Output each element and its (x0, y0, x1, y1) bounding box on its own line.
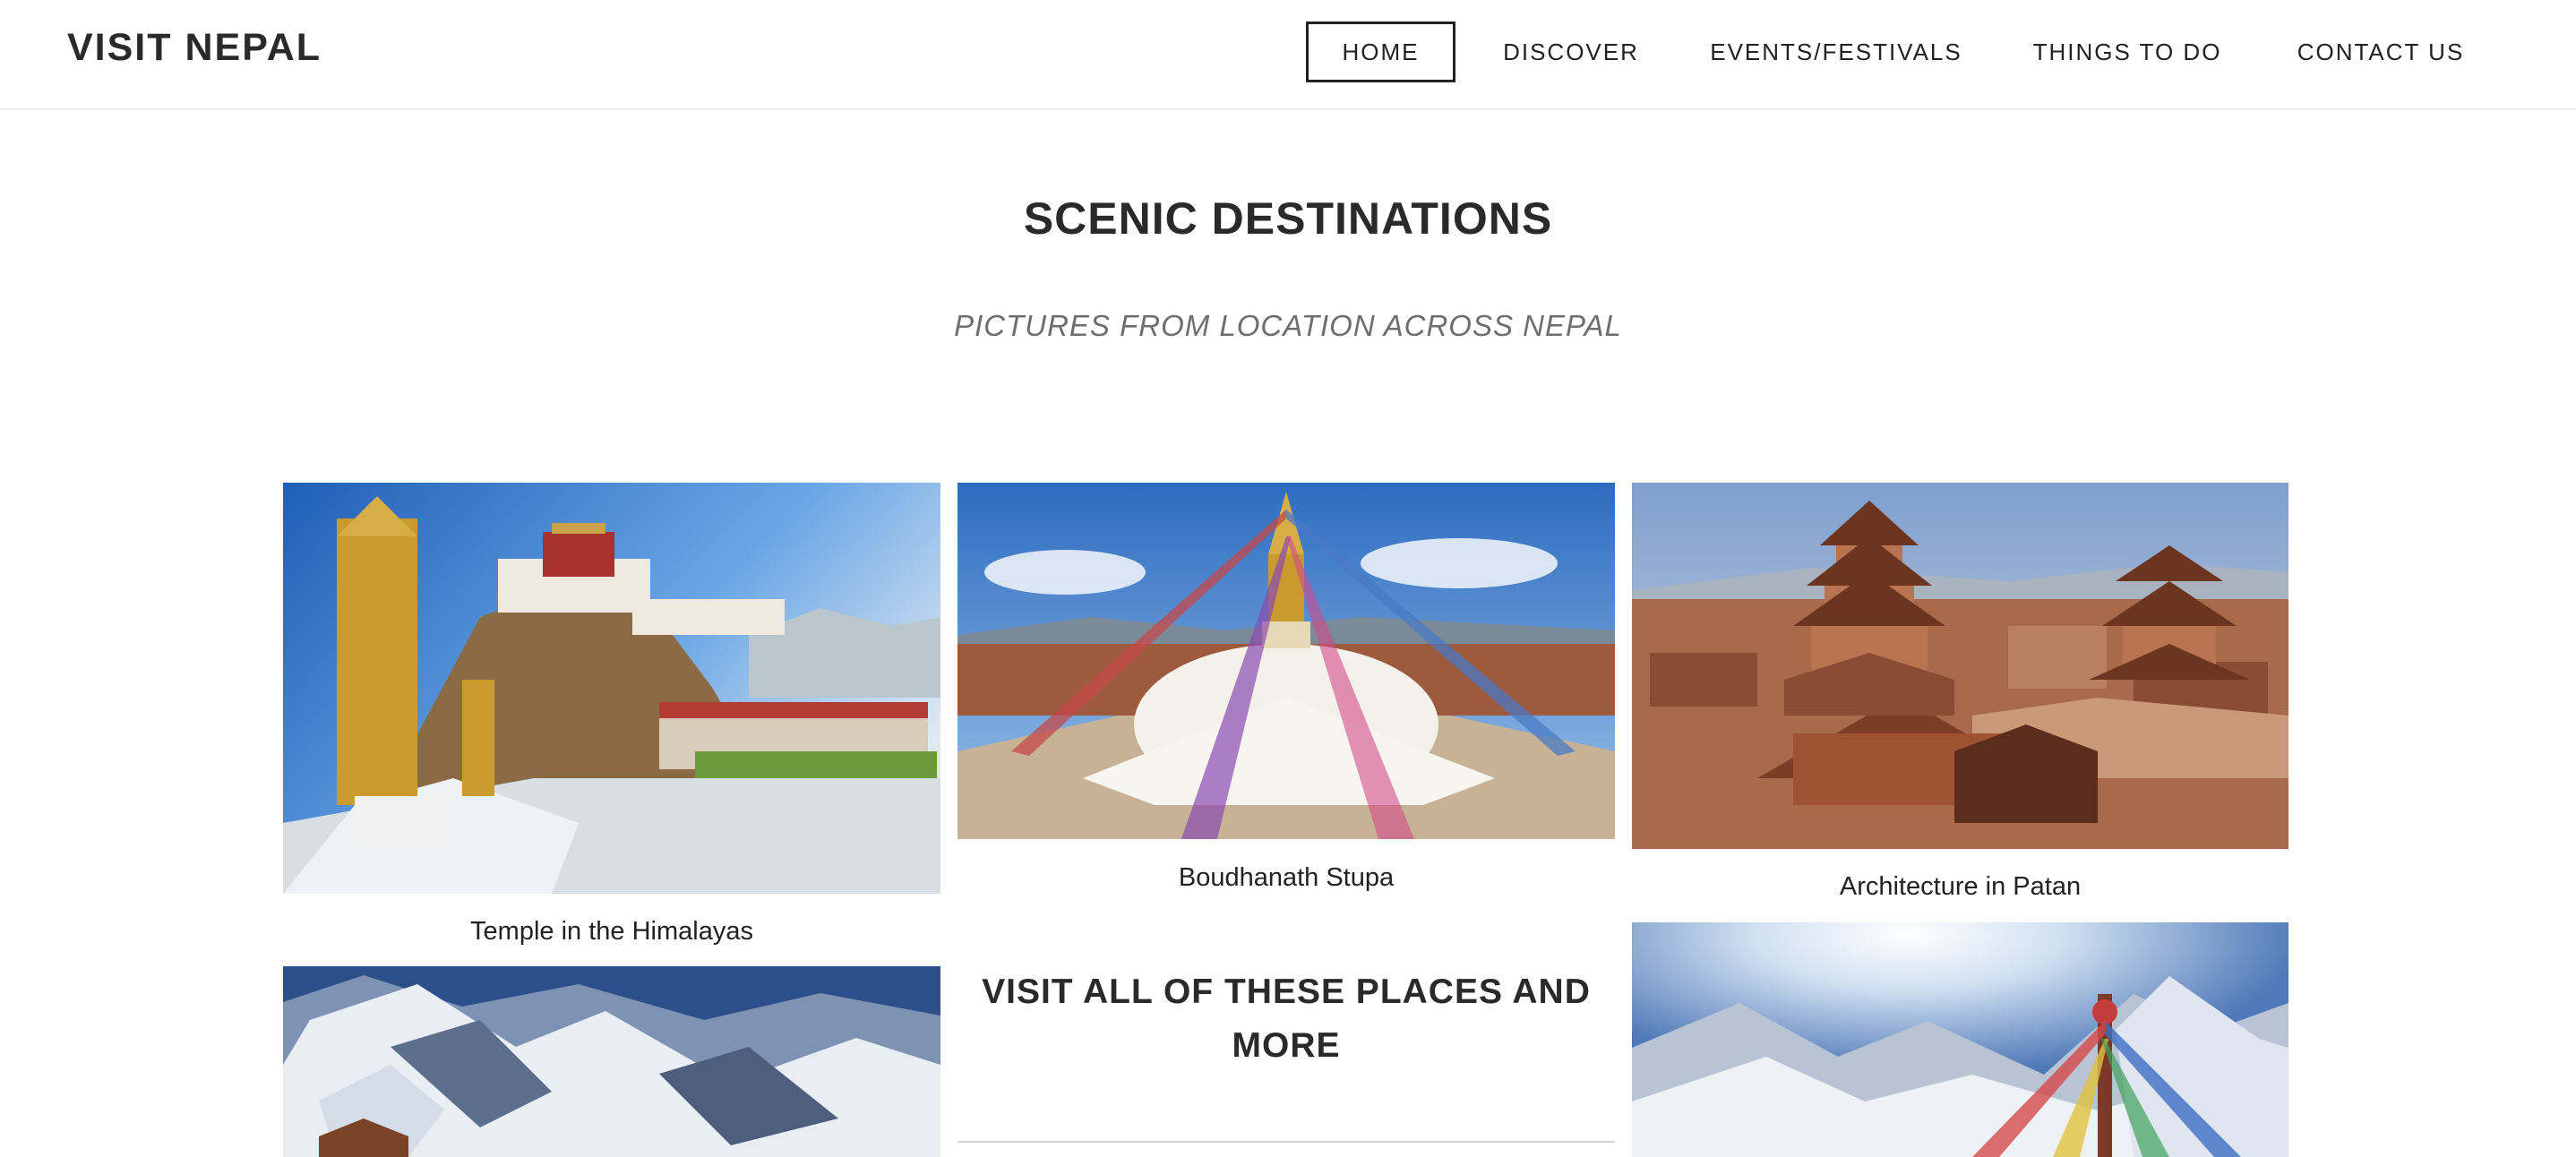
section-subtitle: PICTURES FROM LOCATION ACROSS NEPAL (954, 309, 1622, 342)
section-title: SCENIC DESTINATIONS (1023, 193, 1553, 244)
caption-patan: Architecture in Patan (1839, 872, 2082, 901)
site-logo[interactable]: VISIT NEPAL (67, 26, 322, 70)
cta-heading: VISIT ALL OF THESE PLACES AND MORE (982, 973, 1591, 1065)
photo-snowy-mountains[interactable] (283, 966, 940, 1157)
nav-home[interactable]: HOME (1306, 21, 1455, 82)
prayer-flags-image (1632, 922, 2288, 1157)
stupa-image (957, 483, 1615, 839)
caption-stupa: Boudhanath Stupa (1178, 863, 1395, 892)
photo-architecture-patan[interactable] (1632, 483, 2288, 849)
caption-temple: Temple in the Himalayas (470, 917, 753, 946)
photo-temple-himalayas[interactable] (283, 483, 940, 894)
nav-discover[interactable]: DISCOVER (1487, 21, 1655, 82)
patan-image (1632, 483, 2288, 849)
divider-line (957, 1141, 1615, 1143)
site-header: VISIT NEPAL HOME DISCOVER EVENTS/FESTIVA… (0, 0, 2576, 110)
mountains-image (283, 966, 940, 1157)
photo-prayer-flags-mountain[interactable] (1632, 922, 2288, 1157)
nav-events-festivals[interactable]: EVENTS/FESTIVALS (1704, 21, 1969, 82)
nav-things-to-do[interactable]: THINGS TO DO (2019, 21, 2236, 82)
nav-contact-us[interactable]: CONTACT US (2286, 21, 2476, 82)
photo-boudhanath-stupa[interactable] (957, 483, 1615, 839)
temple-image (283, 483, 940, 894)
